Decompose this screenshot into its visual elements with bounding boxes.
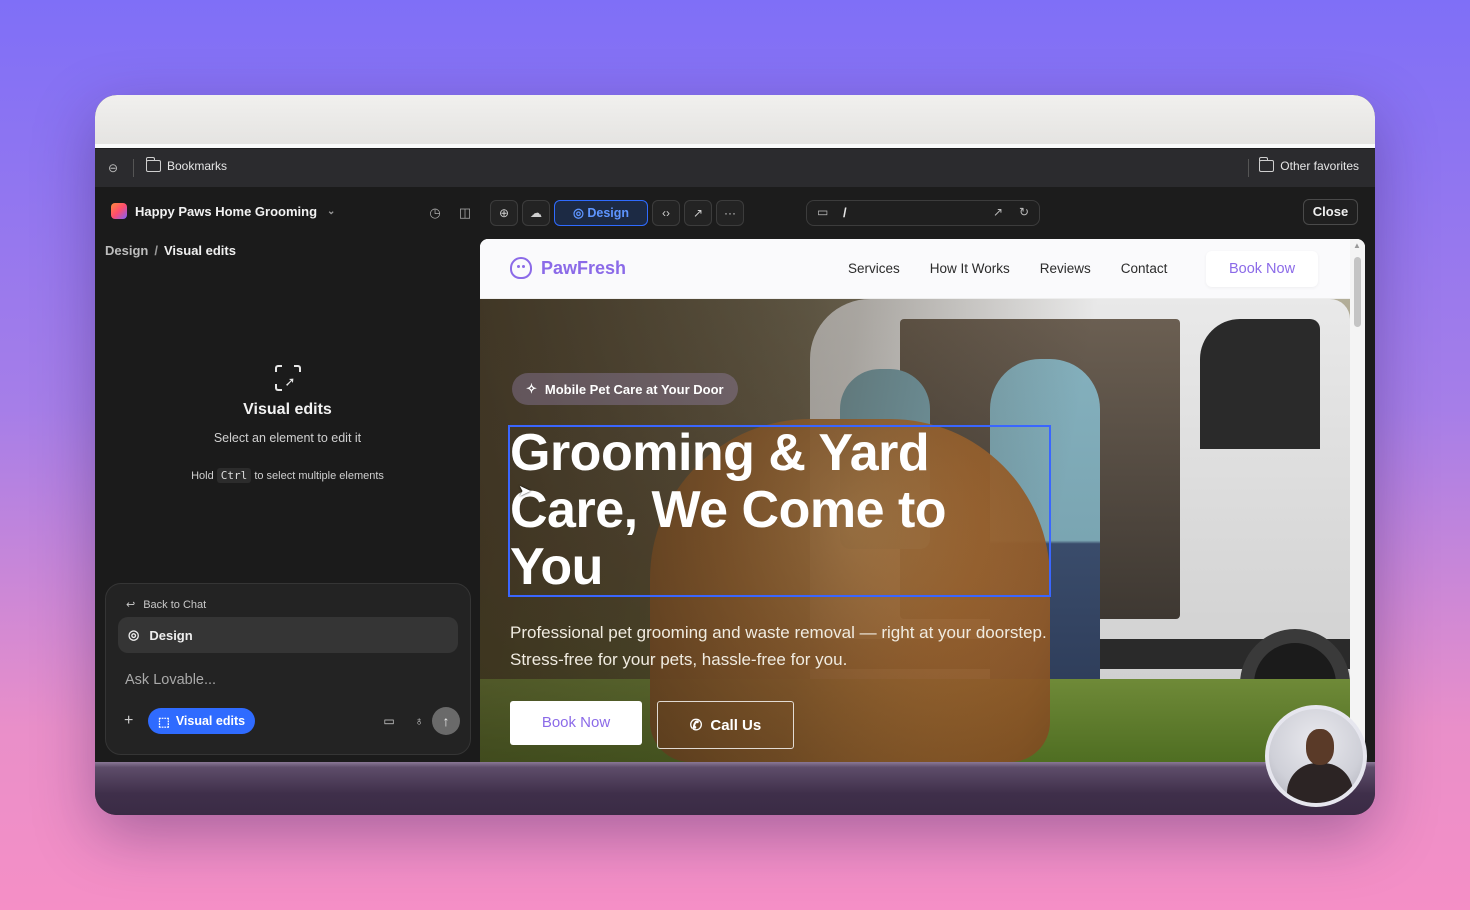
breadcrumb-parent[interactable]: Design <box>105 243 148 258</box>
sidebar-toggle-icon[interactable]: ◫ <box>455 203 475 223</box>
visual-edits-button[interactable]: ⬚ Visual edits <box>148 708 256 734</box>
sparkle-icon: ✧ <box>526 381 537 396</box>
cloud-icon[interactable]: ☁ <box>522 200 550 226</box>
folder-icon <box>1258 157 1275 172</box>
visual-edits-icon: ⬚ <box>158 714 170 729</box>
nav-link-reviews[interactable]: Reviews <box>1040 261 1091 276</box>
selection-outline <box>508 425 1051 597</box>
microphone-icon[interactable]: ♁ <box>410 712 428 730</box>
site-preview: PawFresh Services How It Works Reviews C… <box>480 239 1365 762</box>
close-button[interactable]: Close <box>1303 199 1358 225</box>
refresh-icon[interactable]: ↻ <box>1019 205 1029 219</box>
preview-toolbar: ⊕ ☁ ◎ Design ‹› ↗ ··· <box>490 200 744 226</box>
mouse-cursor-icon: ➤ <box>518 483 532 500</box>
hero-call-us-button[interactable]: ✆ Call Us <box>657 701 794 749</box>
webcam-overlay <box>1265 705 1367 807</box>
bookmarks-folder[interactable]: Bookmarks <box>145 157 228 173</box>
chat-box: ↩ Back to Chat ◎ Design Ask Lovable... +… <box>105 583 471 755</box>
more-icon[interactable]: ··· <box>716 200 744 226</box>
other-favorites-label: Other favorites <box>1280 159 1359 173</box>
analytics-icon[interactable]: ↗ <box>684 200 712 226</box>
scroll-thumb[interactable] <box>1354 257 1361 327</box>
chevron-down-icon: ⌄ <box>327 205 336 217</box>
site-brand[interactable]: PawFresh <box>510 257 626 279</box>
nav-link-services[interactable]: Services <box>848 261 900 276</box>
lovable-logo-icon <box>111 203 127 219</box>
empty-state-title: Visual edits <box>243 401 332 418</box>
preview-scrollbar[interactable]: ▲ <box>1350 239 1365 762</box>
visual-edits-empty-state: ➚ Visual edits Select an element to edit… <box>95 365 480 483</box>
reading-list-icon[interactable]: ⊖ <box>105 160 121 176</box>
design-tab-button[interactable]: ◎ Design <box>554 200 648 226</box>
back-to-chat-link[interactable]: ↩ Back to Chat <box>126 598 206 612</box>
paw-icon <box>510 257 532 279</box>
hero-book-now-button[interactable]: Book Now <box>510 701 642 745</box>
bookmarks-divider <box>133 159 134 177</box>
hero-section: ✧ Mobile Pet Care at Your Door Grooming … <box>480 299 1350 762</box>
folder-icon <box>145 157 161 172</box>
plus-icon[interactable]: + <box>124 711 133 731</box>
site-nav-links: Services How It Works Reviews Contact <box>848 261 1167 276</box>
bookmarks-divider-right <box>1248 159 1249 177</box>
left-panel: Happy Paws Home Grooming ⌄ ◷ ◫ Design / Vi… <box>95 187 480 762</box>
project-switcher[interactable]: Happy Paws Home Grooming ⌄ <box>111 203 335 219</box>
select-element-icon: ➚ <box>274 365 301 391</box>
lovable-app: Happy Paws Home Grooming ⌄ ◷ ◫ Design / Vi… <box>95 187 1375 762</box>
breadcrumb: Design / Visual edits <box>105 243 236 258</box>
device-icon[interactable]: ▭ <box>817 205 828 219</box>
nav-book-now-button[interactable]: Book Now <box>1206 251 1318 287</box>
chat-input[interactable]: Ask Lovable... <box>125 672 216 688</box>
project-name: Happy Paws Home Grooming <box>135 203 318 219</box>
webcam-person-head <box>1306 729 1334 765</box>
bookmarks-folder-label: Bookmarks <box>167 159 228 173</box>
other-favorites-folder[interactable]: Other favorites <box>1258 157 1359 173</box>
browser-window: ⊖ Bookmarks Other favorites Happy Paws H… <box>95 95 1375 815</box>
hero-badge[interactable]: ✧ Mobile Pet Care at Your Door <box>512 373 738 405</box>
window-bottom-strip <box>95 762 1375 815</box>
ctrl-key: Ctrl <box>216 468 252 483</box>
send-button[interactable]: ↑ <box>432 707 460 735</box>
preview-url-bar[interactable]: ▭ / ↗ ↻ <box>806 200 1040 226</box>
chat-bubble-icon[interactable]: ▭ <box>380 712 398 730</box>
browser-chrome-top <box>95 95 1375 147</box>
history-icon[interactable]: ◷ <box>425 203 445 223</box>
chrome-divider <box>95 144 1375 148</box>
phone-icon: ✆ <box>689 717 703 734</box>
design-mode-row[interactable]: ◎ Design <box>118 617 458 653</box>
multi-select-hint: Hold Ctrl to select multiple elements <box>191 468 384 483</box>
chat-actions: + ⬚ Visual edits ▭ ♁ ↑ <box>118 707 460 735</box>
globe-icon[interactable]: ⊕ <box>490 200 518 226</box>
open-external-icon[interactable]: ↗ <box>993 205 1003 219</box>
site-navbar: PawFresh Services How It Works Reviews C… <box>480 239 1350 299</box>
url-path: / <box>843 205 847 220</box>
code-icon[interactable]: ‹› <box>652 200 680 226</box>
empty-state-subtitle: Select an element to edit it <box>213 431 362 445</box>
bookmarks-bar: ⊖ Bookmarks Other favorites <box>95 149 1375 187</box>
back-arrow-icon: ↩ <box>126 599 136 611</box>
scroll-up-icon[interactable]: ▲ <box>1353 241 1361 250</box>
nav-link-how-it-works[interactable]: How It Works <box>930 261 1010 276</box>
nav-link-contact[interactable]: Contact <box>1121 261 1168 276</box>
webcam-person-body <box>1287 763 1353 803</box>
palette-icon: ◎ <box>572 206 588 220</box>
breadcrumb-current: Visual edits <box>163 243 236 258</box>
palette-icon: ◎ <box>128 627 140 642</box>
hero-subtitle[interactable]: Professional pet grooming and waste remo… <box>510 619 1070 673</box>
